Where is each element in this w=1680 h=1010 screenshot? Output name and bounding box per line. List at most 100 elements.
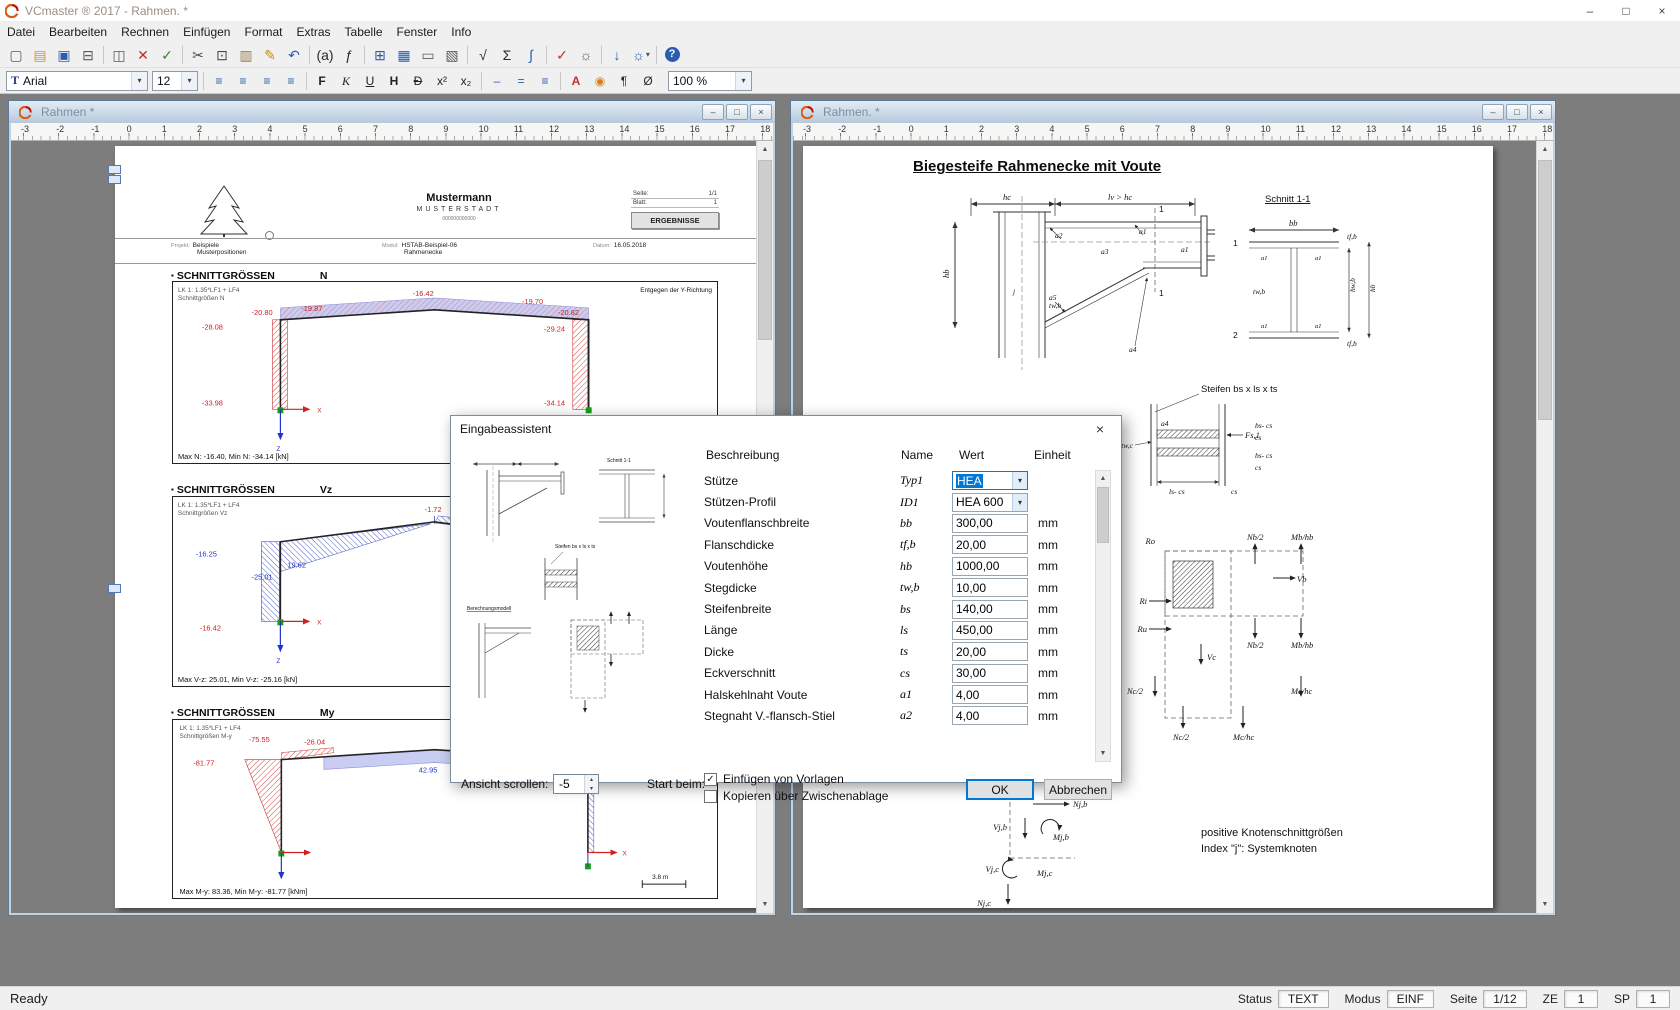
toolbar-bold-button[interactable]: F — [310, 70, 334, 92]
vertical-scrollbar[interactable]: ▲ ▼ — [1536, 141, 1553, 913]
menu-item-tabelle[interactable]: Tabelle — [338, 23, 390, 41]
toolbar-underline-button[interactable]: U — [358, 70, 382, 92]
toolbar-print-button[interactable]: ⊟ — [76, 44, 100, 66]
toolbar-new-document-button[interactable]: ▢ — [4, 44, 28, 66]
toolbar-open-button[interactable]: ▤ — [28, 44, 52, 66]
child-window-titlebar[interactable]: Rahmen. * – □ × — [791, 101, 1555, 123]
toolbar-check-document-button[interactable]: ✓ — [550, 44, 574, 66]
menu-item-bearbeiten[interactable]: Bearbeiten — [42, 23, 114, 41]
parameter-value-dropdown[interactable]: HEA 600▾ — [952, 493, 1028, 512]
toolbar-download-template-button[interactable]: ↓ — [605, 44, 629, 66]
toolbar-sum-formula-button[interactable]: Σ — [495, 44, 519, 66]
scroll-view-stepper[interactable]: -5 ▴ ▾ — [553, 774, 599, 794]
child-window-titlebar[interactable]: Rahmen * – □ × — [9, 101, 775, 123]
toolbar-align-justify-button[interactable]: ≡ — [279, 70, 303, 92]
scrollbar-thumb[interactable] — [758, 160, 772, 340]
menu-item-einfügen[interactable]: Einfügen — [176, 23, 237, 41]
scroll-down-icon[interactable]: ▼ — [1096, 746, 1110, 761]
toolbar-undo-button[interactable]: ↶ — [282, 44, 306, 66]
parameter-value-dropdown[interactable]: HEA▾ — [952, 471, 1028, 490]
toolbar-settings-menu-button[interactable]: ☼▾ — [629, 44, 653, 66]
stepper-down-icon[interactable]: ▾ — [585, 784, 598, 793]
chevron-down-icon[interactable]: ▾ — [1012, 472, 1027, 489]
close-icon[interactable]: × — [1079, 416, 1121, 442]
toolbar-strikethrough-button[interactable]: Đ — [406, 70, 430, 92]
checkbox-einfuegen-von-vorlagen[interactable]: ✓ Einfügen von Vorlagen — [704, 772, 844, 786]
toolbar-text-frame-button[interactable]: ▭ — [416, 44, 440, 66]
toolbar-align-left-button[interactable]: ≡ — [207, 70, 231, 92]
scroll-down-icon[interactable]: ▼ — [757, 896, 773, 913]
margin-marker-icon[interactable] — [108, 584, 121, 593]
abbrechen-button[interactable]: Abbrechen — [1044, 779, 1112, 800]
dialog-scrollbar[interactable]: ▲ ▼ — [1095, 470, 1111, 762]
toolbar-insert-field-button[interactable]: ƒ — [337, 44, 361, 66]
margin-marker-icon[interactable] — [108, 175, 121, 184]
toolbar-copy-button[interactable]: ⊡ — [210, 44, 234, 66]
scroll-up-icon[interactable]: ▲ — [1537, 141, 1553, 158]
menu-item-extras[interactable]: Extras — [290, 23, 338, 41]
toolbar-line-spacing-1-button[interactable]: – — [485, 70, 509, 92]
scrollbar-thumb[interactable] — [1538, 160, 1552, 420]
chevron-down-icon[interactable]: ▾ — [131, 72, 147, 90]
toolbar-calculator-button[interactable]: √ — [471, 44, 495, 66]
toolbar-spell-check-button[interactable]: ✓ — [155, 44, 179, 66]
toolbar-align-right-button[interactable]: ≡ — [255, 70, 279, 92]
toolbar-print-preview-button[interactable]: ◫ — [107, 44, 131, 66]
scroll-down-icon[interactable]: ▼ — [1537, 896, 1553, 913]
menu-item-datei[interactable]: Datei — [0, 23, 42, 41]
parameter-value-input[interactable]: 4,00 — [952, 706, 1028, 725]
ok-button[interactable]: OK — [966, 779, 1034, 800]
toolbar-help-button[interactable]: ? — [660, 44, 684, 66]
font-size-select[interactable]: 12 ▾ — [152, 71, 198, 91]
toolbar-italic-button[interactable]: K — [334, 70, 358, 92]
toolbar-bookmark-button[interactable]: ◉ — [588, 70, 612, 92]
chevron-down-icon[interactable]: ▾ — [181, 72, 197, 90]
minimize-button[interactable]: – — [702, 104, 724, 120]
toolbar-format-painter-button[interactable]: ✎ — [258, 44, 282, 66]
scroll-up-icon[interactable]: ▲ — [757, 141, 773, 158]
toolbar-hidden-text-button[interactable]: Ø — [636, 70, 660, 92]
parameter-value-input[interactable]: 20,00 — [952, 642, 1028, 661]
toolbar-cut-button[interactable]: ✂ — [186, 44, 210, 66]
minimize-button[interactable]: – — [1572, 0, 1608, 21]
toolbar-line-spacing-2-button[interactable]: ≡ — [533, 70, 557, 92]
toolbar-highlight-button[interactable]: H — [382, 70, 406, 92]
toolbar-save-button[interactable]: ▣ — [52, 44, 76, 66]
toolbar-close-document-button[interactable]: ✕ — [131, 44, 155, 66]
parameter-value-input[interactable]: 20,00 — [952, 535, 1028, 554]
close-button[interactable]: × — [750, 104, 772, 120]
parameter-value-input[interactable]: 30,00 — [952, 664, 1028, 683]
checkbox-unchecked-icon[interactable] — [704, 790, 717, 803]
toolbar-insert-image-button[interactable]: ▧ — [440, 44, 464, 66]
restore-button[interactable]: □ — [726, 104, 748, 120]
toolbar-table-grid-button[interactable]: ▦ — [392, 44, 416, 66]
menu-item-format[interactable]: Format — [237, 23, 289, 41]
checkbox-kopieren-zwischenablage[interactable]: Kopieren über Zwischenablage — [704, 789, 888, 803]
zoom-select[interactable]: 100 % ▾ — [668, 71, 752, 91]
close-button[interactable]: × — [1644, 0, 1680, 21]
parameter-value-input[interactable]: 10,00 — [952, 578, 1028, 597]
restore-button[interactable]: □ — [1506, 104, 1528, 120]
toolbar-font-color-button[interactable]: A — [564, 70, 588, 92]
margin-marker-icon[interactable] — [108, 165, 121, 174]
toolbar-line-spacing-15-button[interactable]: = — [509, 70, 533, 92]
parameter-value-input[interactable]: 140,00 — [952, 600, 1028, 619]
toolbar-insert-table-button[interactable]: ⊞ — [368, 44, 392, 66]
chevron-down-icon[interactable]: ▾ — [735, 72, 751, 90]
stepper-up-icon[interactable]: ▴ — [585, 775, 598, 784]
toolbar-insert-autotext-button[interactable]: (a) — [313, 44, 337, 66]
toolbar-formula-editor-button[interactable]: ∫ — [519, 44, 543, 66]
toolbar-subscript-button[interactable]: x₂ — [454, 70, 478, 92]
toolbar-paste-button[interactable]: ▥ — [234, 44, 258, 66]
maximize-button[interactable]: □ — [1608, 0, 1644, 21]
checkbox-checked-icon[interactable]: ✓ — [704, 773, 717, 786]
close-button[interactable]: × — [1530, 104, 1552, 120]
parameter-value-input[interactable]: 4,00 — [952, 685, 1028, 704]
toolbar-tools-button[interactable]: ☼ — [574, 44, 598, 66]
toolbar-align-center-button[interactable]: ≡ — [231, 70, 255, 92]
chevron-down-icon[interactable]: ▾ — [1012, 494, 1027, 511]
menu-item-fenster[interactable]: Fenster — [390, 23, 445, 41]
scrollbar-thumb[interactable] — [1097, 487, 1109, 543]
toolbar-superscript-button[interactable]: x² — [430, 70, 454, 92]
parameter-value-input[interactable]: 300,00 — [952, 514, 1028, 533]
